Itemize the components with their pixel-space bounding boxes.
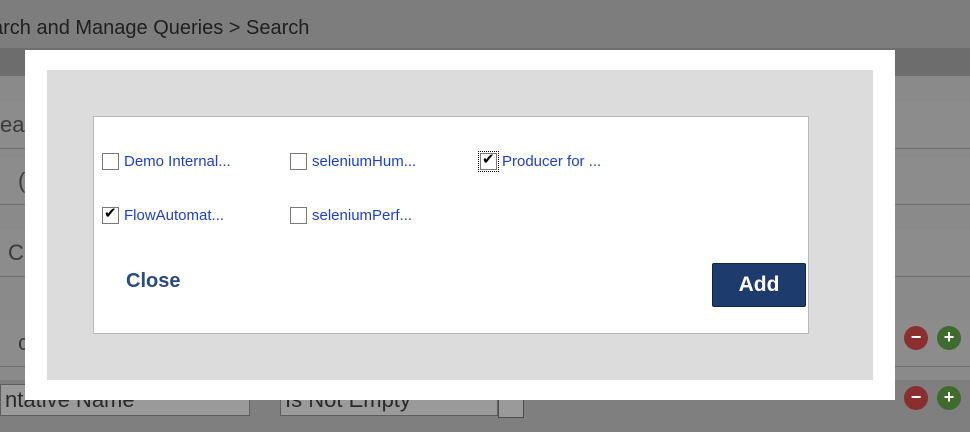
option-item[interactable]: Producer for ... xyxy=(478,149,602,173)
page-breadcrumb: arch and Manage Queries > Search xyxy=(0,0,970,48)
background-row-text: ea xyxy=(0,112,25,137)
remove-row-icon[interactable]: − xyxy=(904,326,928,350)
breadcrumb-text: arch and Manage Queries > Search xyxy=(0,17,310,39)
option-checkbox[interactable] xyxy=(102,152,119,170)
option-label: seleniumHum... xyxy=(312,152,417,170)
option-label: Producer for ... xyxy=(502,152,602,170)
option-item[interactable]: seleniumPerf... xyxy=(290,203,412,227)
background-row-text: C xyxy=(8,240,24,265)
remove-row-icon[interactable]: − xyxy=(904,386,928,410)
option-label: FlowAutomat... xyxy=(124,206,225,224)
plus-glyph: + xyxy=(943,387,955,407)
add-button[interactable]: Add xyxy=(712,263,806,307)
option-checkbox[interactable] xyxy=(290,206,307,224)
close-link[interactable]: Close xyxy=(126,270,180,293)
option-checkbox[interactable] xyxy=(478,150,499,172)
select-dialog: Demo Internal... seleniumHum... Producer… xyxy=(25,50,895,400)
option-item[interactable]: FlowAutomat... xyxy=(102,203,224,227)
add-row-icon[interactable]: + xyxy=(937,326,961,350)
option-label: Demo Internal... xyxy=(124,152,231,170)
option-item[interactable]: Demo Internal... xyxy=(102,149,231,173)
minus-glyph: − xyxy=(910,327,922,347)
option-item[interactable]: seleniumHum... xyxy=(290,149,416,173)
minus-glyph: − xyxy=(910,387,922,407)
option-label: seleniumPerf... xyxy=(312,206,413,224)
option-checkbox[interactable] xyxy=(290,152,307,170)
option-checkbox[interactable] xyxy=(102,204,119,224)
add-row-icon[interactable]: + xyxy=(937,386,961,410)
dialog-body: Demo Internal... seleniumHum... Producer… xyxy=(47,70,873,380)
plus-glyph: + xyxy=(943,327,955,347)
options-panel: Demo Internal... seleniumHum... Producer… xyxy=(93,116,809,334)
